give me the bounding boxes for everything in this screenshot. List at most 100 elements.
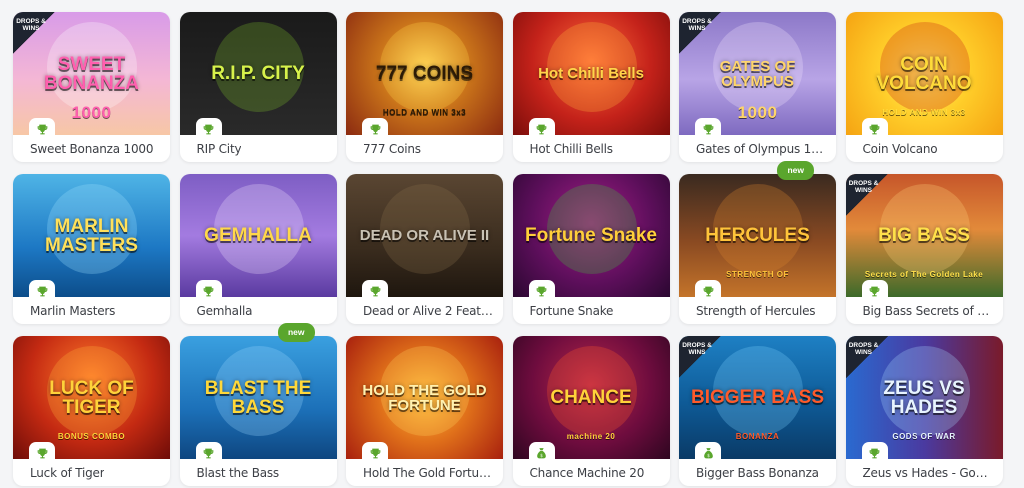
trophy-icon [861,442,888,464]
thumbnail-title: 777 COINS [375,63,474,84]
thumbnail-title: COIN VOLCANO [876,53,972,94]
game-card[interactable]: 777 COINS HOLD AND WIN 3x3 777 Coins [346,12,503,162]
thumbnail-title: GEMHALLA [204,225,312,246]
game-tile: ZEUS VS HADES GODS OF WAR DROPS & WINS Zeus… [845,336,1003,486]
game-card[interactable]: COIN VOLCANO HOLD AND WIN 3x3 Coin Volcano [845,12,1003,162]
trophy-icon [29,118,55,140]
thumbnail-title: SWEET BONANZA [44,53,139,94]
trophy-icon [695,280,721,302]
game-thumbnail[interactable]: SWEET BONANZA 1000 DROPS & WINS [13,12,170,135]
game-tile: BIG BASS Secrets of The Golden Lake DROPS … [845,174,1003,324]
moneybag-icon: $ [528,442,555,464]
game-tile: new BLAST THE BASS Blast the Bass [179,323,337,486]
game-thumbnail[interactable]: GATES OF OLYMPUS 1000 DROPS & WINS [679,12,836,135]
thumbnail-title: HOLD THE GOLD FORTUNE [362,381,487,414]
game-thumbnail[interactable]: COIN VOLCANO HOLD AND WIN 3x3 [845,12,1003,135]
thumbnail-title: Hot Chilli Bells [538,65,644,82]
thumbnail-title: GATES OF OLYMPUS [719,57,796,90]
thumbnail-title: HERCULES [705,225,810,246]
game-card[interactable]: R.I.P. CITY RIP City [179,12,337,162]
game-tile: Hot Chilli Bells Hot Chilli Bells [512,12,670,162]
game-card[interactable]: LUCK OF TIGER BONUS COMBO Luck of Tiger [13,336,170,486]
game-tile: DEAD OR ALIVE II Dead or Alive 2 Feature … [346,174,503,324]
game-title-text: Zeus vs Hades - Gods of War [862,465,993,480]
game-title-text: Luck of Tiger [30,465,105,480]
game-tile: GATES OF OLYMPUS 1000 DROPS & WINS Gates of… [679,12,836,162]
game-thumbnail[interactable]: 777 COINS HOLD AND WIN 3x3 [346,12,503,135]
game-tile: MARLIN MASTERS Marlin Masters [13,174,170,324]
game-thumbnail[interactable]: Hot Chilli Bells [512,12,670,135]
drops-wins-label: DROPS & WINS [848,342,879,356]
thumbnail-title: BIGGER BASS [690,387,825,408]
game-tile: HOLD THE GOLD FORTUNE Hold The Gold Fortu… [346,336,503,486]
game-card[interactable]: Fortune Snake Fortune Snake [512,174,670,324]
game-title-text: Marlin Masters [30,303,116,318]
game-thumbnail[interactable]: BLAST THE BASS [179,336,337,459]
game-title-text: Strength of Hercules [696,303,816,318]
game-thumbnail[interactable]: GEMHALLA [179,174,337,297]
trophy-icon [528,280,555,302]
drops-wins-badge: DROPS & WINS [679,336,721,378]
trophy-icon [29,280,55,302]
game-thumbnail[interactable]: R.I.P. CITY [179,12,337,135]
game-card[interactable]: BLAST THE BASS Blast the Bass [179,336,337,486]
thumbnail-title: BLAST THE BASS [204,377,312,418]
game-tile: 777 COINS HOLD AND WIN 3x3 777 Coins [346,12,503,162]
game-title-text: Bigger Bass Bonanza [696,465,819,480]
game-thumbnail[interactable]: BIG BASS Secrets of The Golden Lake DROPS … [845,174,1003,297]
game-grid: SWEET BONANZA 1000 DROPS & WINS Sweet Bonan… [13,12,1003,486]
svg-text:$: $ [707,453,710,459]
game-thumbnail[interactable]: ZEUS VS HADES GODS OF WAR DROPS & WINS [845,336,1003,459]
game-card[interactable]: MARLIN MASTERS Marlin Masters [13,174,170,324]
moneybag-icon: $ [695,442,721,464]
new-badge: new [777,161,814,180]
game-card[interactable]: CHANCE machine 20 $ Chance Machine 20 [512,336,670,486]
game-thumbnail[interactable]: MARLIN MASTERS [13,174,170,297]
new-badge: new [277,323,315,342]
game-card[interactable]: HOLD THE GOLD FORTUNE Hold The Gold Fortu… [346,336,503,486]
trophy-icon [528,118,555,140]
thumbnail-subtitle: HOLD AND WIN 3x3 [882,108,966,117]
game-title-text: Fortune Snake [529,303,614,318]
trophy-icon [861,118,888,140]
thumbnail-title: BIG BASS [878,225,970,246]
drops-wins-label: DROPS & WINS [16,18,46,32]
game-thumbnail[interactable]: LUCK OF TIGER BONUS COMBO [13,336,170,459]
game-card[interactable]: HERCULES STRENGTH OF Strength of Hercules [679,174,836,324]
game-title-text: Gates of Olympus 1000 [696,141,826,156]
game-card[interactable]: Hot Chilli Bells Hot Chilli Bells [512,12,670,162]
game-card[interactable]: DEAD OR ALIVE II Dead or Alive 2 Feature … [346,174,503,324]
game-title-text: Hold The Gold Fortune [363,465,493,480]
game-card[interactable]: BIG BASS Secrets of The Golden Lake DROPS … [845,174,1003,324]
thumbnail-subtitle: BONANZA [735,432,780,441]
game-card[interactable]: GATES OF OLYMPUS 1000 DROPS & WINS Gates of… [679,12,836,162]
game-thumbnail[interactable]: CHANCE machine 20 [512,336,670,459]
trophy-icon [362,442,388,464]
thumbnail-subtitle: BONUS COMBO [57,432,126,441]
game-card[interactable]: ZEUS VS HADES GODS OF WAR DROPS & WINS Zeus… [845,336,1003,486]
game-tile: CHANCE machine 20 $ Chance Machine 20 [512,336,670,486]
game-card[interactable]: SWEET BONANZA 1000 DROPS & WINS Sweet Bonan… [13,12,170,162]
drops-wins-label: DROPS & WINS [682,18,712,32]
game-tile: COIN VOLCANO HOLD AND WIN 3x3 Coin Volcano [845,12,1003,162]
svg-text:$: $ [540,453,543,459]
trophy-icon [195,118,222,140]
trophy-icon [29,442,55,464]
game-card[interactable]: GEMHALLA Gemhalla [179,174,337,324]
game-thumbnail[interactable]: HOLD THE GOLD FORTUNE [346,336,503,459]
game-thumbnail[interactable]: DEAD OR ALIVE II [346,174,503,297]
game-thumbnail[interactable]: Fortune Snake [512,174,670,297]
game-thumbnail[interactable]: HERCULES STRENGTH OF [679,174,836,297]
thumbnail-title: R.I.P. CITY [211,63,305,84]
game-title-text: Dead or Alive 2 Feature Buy [363,303,493,318]
thumbnail-title: LUCK OF TIGER [49,377,134,418]
drops-wins-badge: DROPS & WINS [679,12,721,54]
game-card[interactable]: BIGGER BASS BONANZA DROPS & WINS $ Bigger Ba… [679,336,836,486]
game-title-text: Coin Volcano [862,141,938,156]
game-title-text: Chance Machine 20 [529,465,645,480]
game-tile: new HERCULES STRENGTH OF Strength of Hercul… [679,161,836,324]
game-title-text: Blast the Bass [196,465,280,480]
game-tile: LUCK OF TIGER BONUS COMBO Luck of Tiger [13,336,170,486]
game-tile: BIGGER BASS BONANZA DROPS & WINS $ Bigger Ba… [679,336,836,486]
game-thumbnail[interactable]: BIGGER BASS BONANZA DROPS & WINS [679,336,836,459]
